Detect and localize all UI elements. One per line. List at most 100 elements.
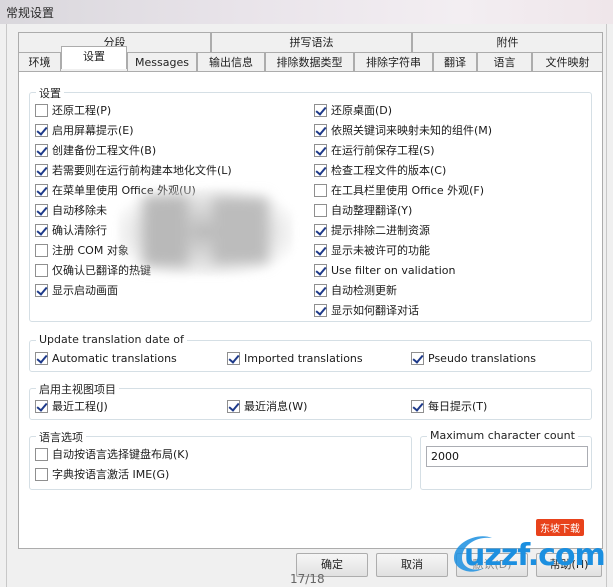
tab-label: 设置: [83, 50, 105, 63]
checkbox-show-unlicensed[interactable]: 显示未被许可的功能: [314, 242, 430, 258]
checkbox-label: 在工具栏里使用 Office 外观(F): [331, 184, 485, 197]
checkbox-box[interactable]: [314, 263, 327, 277]
checkbox-box[interactable]: [35, 223, 48, 237]
checkbox-box[interactable]: [314, 143, 327, 157]
checkbox-box[interactable]: [314, 123, 327, 137]
window-title: 常规设置: [6, 6, 55, 20]
checkbox-box[interactable]: [314, 163, 327, 177]
watermark-text: uzzf.com: [464, 538, 606, 573]
tab-label: 附件: [496, 36, 519, 49]
checkbox-label: 自动检测更新: [331, 284, 397, 297]
checkbox-office-toolbar[interactable]: 在工具栏里使用 Office 外观(F): [314, 182, 484, 198]
checkbox-map-unknown-components[interactable]: 依照关键词来映射未知的组件(M): [314, 122, 492, 138]
checkbox-box[interactable]: [314, 283, 327, 297]
title-bar: 常规设置: [0, 0, 613, 24]
checkbox-box[interactable]: [35, 467, 48, 481]
checkbox-box[interactable]: [314, 203, 327, 217]
checkbox-confirm-clear[interactable]: 确认清除行: [35, 222, 107, 238]
checkbox-label: 若需要则在运行前构建本地化文件(L): [52, 164, 232, 177]
checkbox-restore-desktop[interactable]: 还原桌面(D): [314, 102, 392, 118]
checkbox-box[interactable]: [314, 183, 327, 197]
checkbox-label: 提示排除二进制资源: [331, 224, 430, 237]
checkbox-pseudo-translations[interactable]: Pseudo translations: [411, 350, 536, 366]
checkbox-box[interactable]: [35, 143, 48, 157]
page-indicator: 17/18: [290, 572, 325, 586]
tab-settings[interactable]: 设置: [61, 46, 127, 69]
checkbox-label: 自动移除未: [52, 204, 107, 217]
group-title: 启用主视图项目: [36, 381, 119, 397]
checkbox-label: Use filter on validation: [331, 263, 456, 277]
settings-panel: 设置 还原工程(P) 启用屏幕提示(E) 创建备份工程文件(B) 若需要则在运行…: [18, 71, 603, 549]
checkbox-box[interactable]: [35, 203, 48, 217]
checkbox-box[interactable]: [411, 351, 424, 365]
checkbox-label: 自动按语言选择键盘布局(K): [52, 448, 189, 461]
checkbox-label: 检查工程文件的版本(C): [331, 164, 447, 177]
checkbox-box[interactable]: [227, 399, 240, 413]
watermark-badge: 东坡下载: [536, 519, 584, 536]
checkbox-label: 显示启动画面: [52, 284, 118, 297]
checkbox-box[interactable]: [314, 223, 327, 237]
tab-translation[interactable]: 翻译: [433, 52, 477, 72]
tab-environment[interactable]: 环境: [18, 52, 61, 72]
checkbox-label: Automatic translations: [52, 351, 177, 365]
checkbox-recent-messages[interactable]: 最近消息(W): [227, 398, 307, 414]
checkbox-box[interactable]: [35, 351, 48, 365]
checkbox-label: 在运行前保存工程(S): [331, 144, 435, 157]
checkbox-box[interactable]: [35, 183, 48, 197]
checkbox-label: 字典按语言激活 IME(G): [52, 468, 170, 481]
checkbox-box[interactable]: [35, 123, 48, 137]
checkbox-box[interactable]: [35, 243, 48, 257]
checkbox-box[interactable]: [35, 263, 48, 277]
checkbox-auto-keyboard-layout[interactable]: 自动按语言选择键盘布局(K): [35, 446, 189, 462]
tab-spell-grammar[interactable]: 拼写语法: [211, 32, 412, 52]
tab-language[interactable]: 语言: [477, 52, 532, 72]
checkbox-box[interactable]: [35, 103, 48, 117]
checkbox-box[interactable]: [35, 283, 48, 297]
checkbox-show-translate-dialog[interactable]: 显示如何翻译对话: [314, 302, 419, 318]
checkbox-automatic-translations[interactable]: Automatic translations: [35, 350, 177, 366]
checkbox-auto-organize[interactable]: 自动整理翻译(Y): [314, 202, 412, 218]
checkbox-auto-update[interactable]: 自动检测更新: [314, 282, 397, 298]
tab-exclude-data-types[interactable]: 排除数据类型: [265, 52, 354, 72]
checkbox-box[interactable]: [314, 303, 327, 317]
tab-output[interactable]: 输出信息: [197, 52, 265, 72]
checkbox-prompt-exclude-binary[interactable]: 提示排除二进制资源: [314, 222, 430, 238]
checkbox-enable-tooltips[interactable]: 启用屏幕提示(E): [35, 122, 134, 138]
checkbox-save-before-run[interactable]: 在运行前保存工程(S): [314, 142, 435, 158]
tab-messages[interactable]: Messages: [127, 52, 197, 72]
checkbox-label: 确认清除行: [52, 224, 107, 237]
max-char-input[interactable]: 2000: [426, 446, 588, 467]
checkbox-restore-project[interactable]: 还原工程(P): [35, 102, 111, 118]
checkbox-filter-validation[interactable]: Use filter on validation: [314, 262, 456, 278]
checkbox-label: 启用屏幕提示(E): [52, 124, 134, 137]
checkbox-auto-remove[interactable]: 自动移除未: [35, 202, 107, 218]
checkbox-daily-tips[interactable]: 每日提示(T): [411, 398, 487, 414]
checkbox-label: 还原桌面(D): [331, 104, 393, 117]
tab-file-mapping[interactable]: 文件映射: [532, 52, 603, 72]
checkbox-box[interactable]: [227, 351, 240, 365]
tab-attachments[interactable]: 附件: [412, 32, 603, 52]
checkbox-recent-projects[interactable]: 最近工程(J): [35, 398, 108, 414]
checkbox-create-backup[interactable]: 创建备份工程文件(B): [35, 142, 156, 158]
checkbox-label: 显示如何翻译对话: [331, 304, 419, 317]
cancel-button[interactable]: 取消: [376, 553, 448, 577]
checkbox-box[interactable]: [35, 447, 48, 461]
checkbox-dictionary-ime[interactable]: 字典按语言激活 IME(G): [35, 466, 169, 482]
tab-label: 拼写语法: [289, 36, 334, 49]
blur-shape: [213, 198, 268, 263]
checkbox-box[interactable]: [411, 399, 424, 413]
group-title: Maximum character count: [427, 429, 578, 442]
checkbox-imported-translations[interactable]: Imported translations: [227, 350, 363, 366]
checkbox-label: 自动整理翻译(Y): [331, 204, 413, 217]
checkbox-box[interactable]: [35, 163, 48, 177]
checkbox-check-version[interactable]: 检查工程文件的版本(C): [314, 162, 446, 178]
checkbox-build-localized[interactable]: 若需要则在运行前构建本地化文件(L): [35, 162, 232, 178]
tab-label: 文件映射: [545, 56, 590, 69]
checkbox-box[interactable]: [314, 243, 327, 257]
checkbox-register-com[interactable]: 注册 COM 对象: [35, 242, 129, 258]
tab-exclude-strings[interactable]: 排除字符串: [354, 52, 433, 72]
checkbox-box[interactable]: [314, 103, 327, 117]
checkbox-box[interactable]: [35, 399, 48, 413]
tab-label: 环境: [28, 56, 51, 69]
checkbox-splash-screen[interactable]: 显示启动画面: [35, 282, 118, 298]
